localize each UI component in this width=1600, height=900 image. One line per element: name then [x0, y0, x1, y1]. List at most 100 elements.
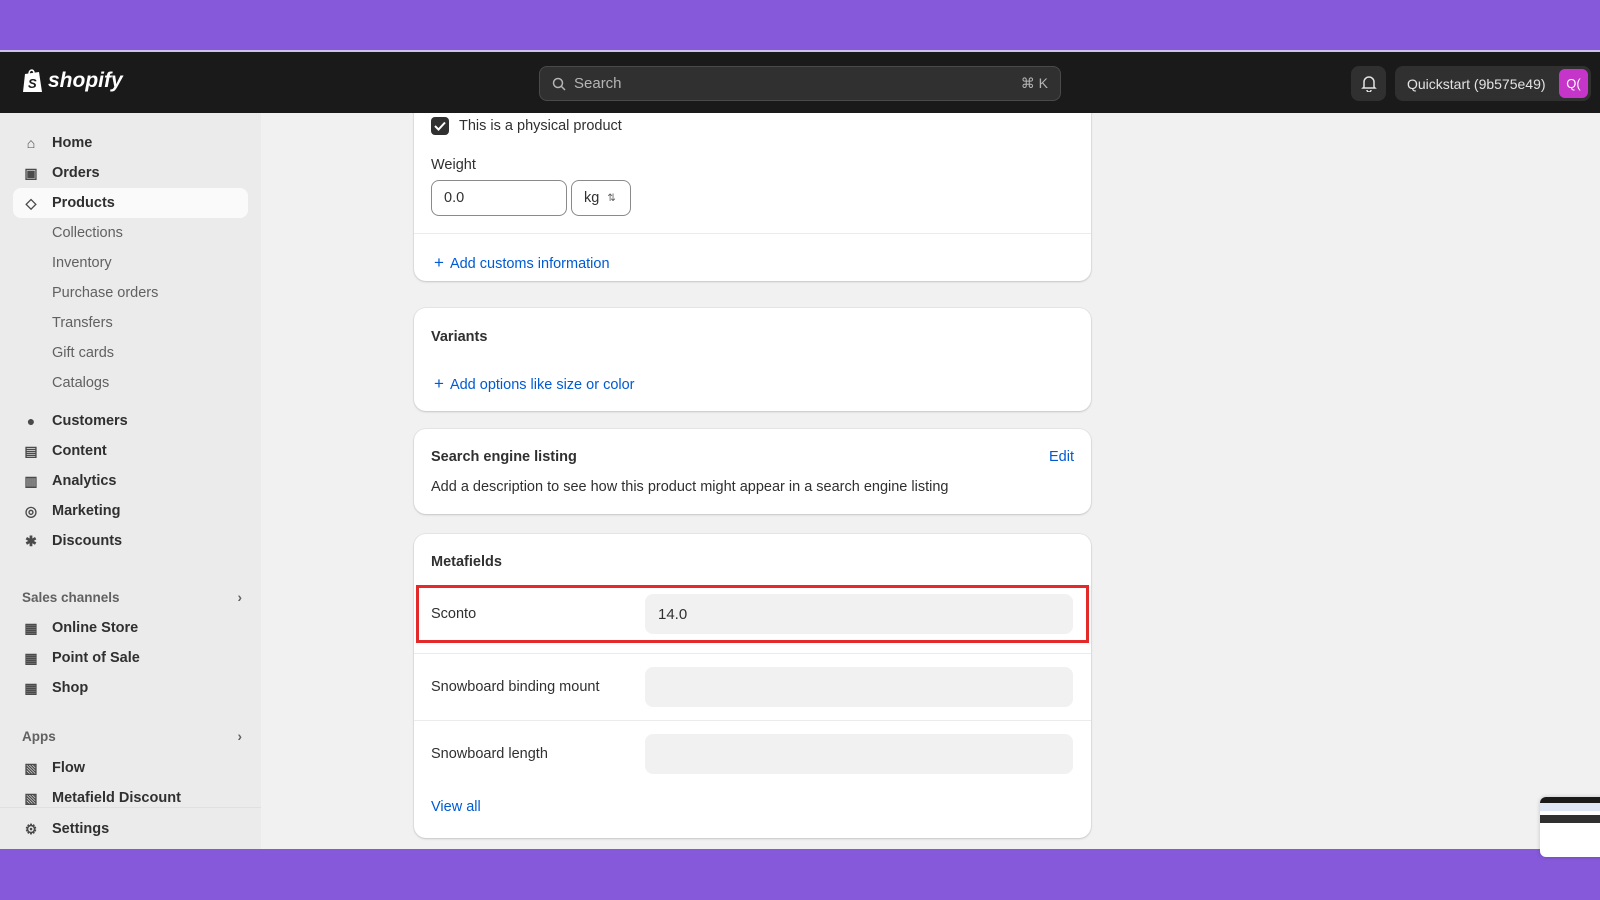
sales-channels-header[interactable]: Sales channels › — [22, 590, 242, 605]
shopify-logo[interactable]: S shopify — [22, 68, 123, 94]
sidebar-item-label: Orders — [52, 165, 100, 181]
sidebar-item-label: Flow — [52, 760, 86, 776]
variants-card: Variants + Add options like size or color — [414, 308, 1091, 411]
main-content: This is a physical product Weight 0.0 kg… — [261, 113, 1600, 849]
chevron-right-icon: › — [237, 729, 243, 744]
metafield-input[interactable] — [645, 734, 1073, 774]
sidebar-item-label: Products — [52, 195, 115, 211]
sidebar-channel-online-store[interactable]: ▦ Online Store — [13, 613, 248, 643]
sidebar-item-label: Purchase orders — [52, 285, 159, 301]
sidebar-item-marketing[interactable]: ◎ Marketing — [13, 496, 248, 526]
sidebar-item-purchase-orders[interactable]: Purchase orders — [13, 278, 248, 308]
weight-label: Weight — [431, 157, 476, 173]
sidebar-item-label: Collections — [52, 225, 123, 241]
sidebar-item-home[interactable]: ⌂ Home — [13, 128, 248, 158]
search-icon — [552, 77, 566, 91]
seo-description: Add a description to see how this produc… — [431, 479, 949, 495]
chevron-right-icon: › — [237, 590, 243, 605]
sidebar-item-discounts[interactable]: ✱ Discounts — [13, 526, 248, 556]
sidebar-app-flow[interactable]: ▧ Flow — [13, 753, 248, 783]
sidebar-item-label: Discounts — [52, 533, 123, 549]
store-icon: ▦ — [24, 619, 38, 636]
metafield-row: Snowboard binding mount — [414, 653, 1091, 711]
sidebar-item-content[interactable]: ▤ Content — [13, 436, 248, 466]
sidebar-item-transfers[interactable]: Transfers — [13, 308, 248, 338]
metafields-title: Metafields — [431, 554, 502, 570]
metafield-input[interactable] — [645, 667, 1073, 707]
sidebar-item-label: Catalogs — [52, 375, 110, 391]
sidebar-item-label: Home — [52, 135, 93, 151]
plus-icon: + — [434, 253, 444, 272]
view-all-link[interactable]: View all — [431, 799, 481, 815]
apps-header[interactable]: Apps › — [22, 729, 242, 744]
sidebar-item-settings[interactable]: ⚙ Settings — [13, 814, 248, 844]
sidebar-item-label: Content — [52, 443, 107, 459]
physical-product-label: This is a physical product — [459, 118, 622, 134]
metafield-label: Snowboard length — [431, 746, 548, 762]
divider — [414, 233, 1091, 234]
sidebar-item-label: Settings — [52, 821, 110, 837]
seo-title: Search engine listing — [431, 449, 577, 465]
sidebar-channel-shop[interactable]: ▦ Shop — [13, 673, 248, 703]
metafield-label: Sconto — [431, 606, 477, 622]
section-label: Apps — [22, 729, 56, 744]
add-customs-label: Add customs information — [449, 256, 610, 272]
top-bar: S shopify Search ⌘ K Quickstart (9b575e4… — [0, 50, 1600, 113]
store-name: Quickstart (9b575e49) — [1407, 75, 1546, 92]
sidebar-item-orders[interactable]: ▣ Orders — [13, 158, 248, 188]
shopify-bag-icon: S — [23, 69, 42, 92]
app-icon: ▧ — [24, 759, 38, 776]
sidebar-item-label: Shop — [52, 680, 89, 696]
physical-product-checkbox[interactable] — [431, 117, 449, 135]
target-icon: ◎ — [24, 502, 38, 519]
sidebar-item-label: Marketing — [52, 503, 121, 519]
search-placeholder: Search — [574, 75, 622, 92]
seo-edit-link[interactable]: Edit — [1049, 449, 1074, 465]
inbox-icon: ▣ — [24, 164, 38, 181]
weight-unit-select[interactable]: kg ⇅ — [571, 180, 631, 216]
person-icon: ● — [26, 413, 36, 429]
sidebar-item-analytics[interactable]: ▥ Analytics — [13, 466, 248, 496]
sidebar-item-inventory[interactable]: Inventory — [13, 248, 248, 278]
weight-input[interactable]: 0.0 — [431, 180, 567, 216]
settings-area: ⚙ Settings — [0, 807, 261, 849]
notifications-button[interactable] — [1351, 66, 1386, 101]
sidebar-item-collections[interactable]: Collections — [13, 218, 248, 248]
add-options-link[interactable]: + Add options like size or color — [434, 374, 635, 394]
metafield-row: Snowboard length — [414, 720, 1091, 778]
svg-text:S: S — [28, 76, 37, 91]
discount-icon: ✱ — [25, 532, 37, 549]
gear-icon: ⚙ — [24, 820, 38, 837]
sidebar-item-label: Customers — [52, 413, 128, 429]
sidebar-item-label: Metafield Discount — [52, 790, 181, 806]
metafield-label: Snowboard binding mount — [431, 679, 600, 695]
section-label: Sales channels — [22, 590, 120, 605]
seo-card: Search engine listing Edit Add a descrip… — [414, 429, 1091, 514]
sidebar-item-customers[interactable]: ● Customers — [13, 406, 248, 436]
search-input[interactable]: Search ⌘ K — [539, 66, 1061, 101]
sidebar-item-gift-cards[interactable]: Gift cards — [13, 338, 248, 368]
store-icon: ▦ — [24, 679, 38, 696]
bar-chart-icon: ▥ — [24, 472, 38, 489]
sidebar-item-label: Transfers — [52, 315, 113, 331]
search-shortcut: ⌘ K — [1020, 75, 1048, 91]
home-icon: ⌂ — [26, 135, 36, 151]
metafield-input[interactable]: 14.0 — [645, 594, 1073, 634]
sidebar: ⌂ Home ▣ Orders ◇ Products Collections Inventor… — [0, 113, 261, 849]
store-menu-button[interactable]: Quickstart (9b575e49) Q( — [1395, 66, 1591, 101]
sidebar-channel-point-of-sale[interactable]: ▦ Point of Sale — [13, 643, 248, 673]
metafield-row: Sconto 14.0 — [414, 585, 1091, 644]
add-customs-link[interactable]: + Add customs information — [434, 253, 610, 273]
sidebar-item-label: Analytics — [52, 473, 117, 489]
sidebar-item-catalogs[interactable]: Catalogs — [13, 368, 248, 398]
screenshot-thumbnail[interactable] — [1540, 797, 1600, 857]
bell-icon — [1360, 76, 1377, 92]
sidebar-item-label: Online Store — [52, 620, 139, 636]
sidebar-item-label: Gift cards — [52, 345, 115, 361]
sidebar-item-label: Inventory — [52, 255, 112, 271]
add-options-label: Add options like size or color — [449, 377, 635, 393]
sidebar-item-products[interactable]: ◇ Products — [13, 188, 248, 218]
metafield-value: 14.0 — [658, 605, 688, 623]
tag-icon: ◇ — [25, 194, 37, 211]
metafields-card: Metafields View all Sconto 14.0 Snowboar… — [414, 534, 1091, 838]
